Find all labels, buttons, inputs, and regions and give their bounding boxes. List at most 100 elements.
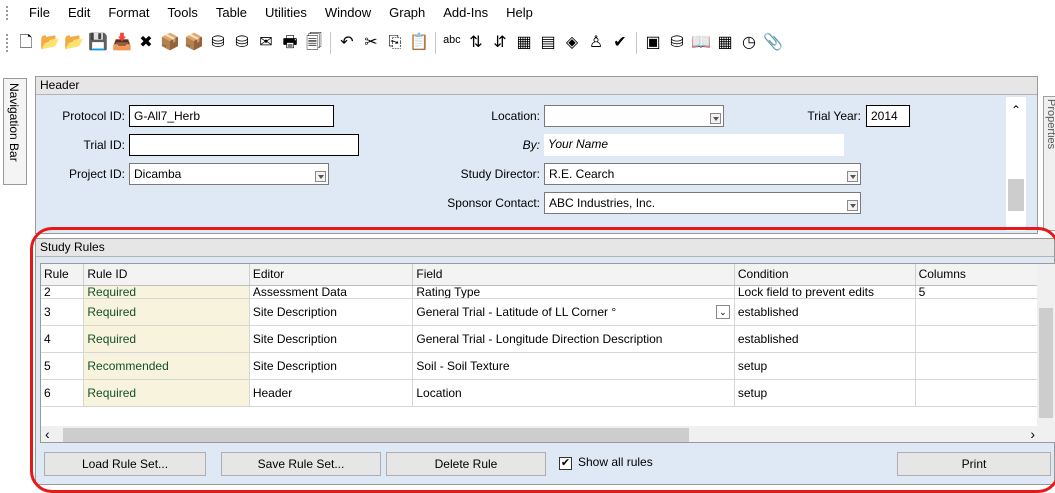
location-combo[interactable] (544, 105, 724, 127)
cell-condition[interactable]: established (734, 325, 916, 353)
cell-columns[interactable] (915, 325, 1055, 353)
chevron-down-icon[interactable] (315, 171, 326, 182)
delete-icon[interactable]: ✖ (136, 32, 156, 54)
chart-icon[interactable]: ▤ (538, 32, 558, 54)
person-icon[interactable]: ♙ (586, 32, 606, 54)
col-header-columns[interactable]: Columns (915, 264, 1055, 286)
cell-field[interactable]: General Trial - Longitude Direction Desc… (412, 325, 735, 353)
scroll-up-icon[interactable]: ⌃ (1011, 103, 1021, 117)
header-scrollbar[interactable]: ⌃ ⌄ (1006, 97, 1026, 233)
cell-editor[interactable]: Header (249, 379, 414, 407)
cell-field[interactable]: General Trial - Latitude of LL Corner ° ⌄ (412, 298, 735, 326)
export-icon[interactable]: 📦 (184, 32, 204, 54)
col-header-rule-id[interactable]: Rule ID (83, 264, 250, 286)
cell-editor[interactable]: Site Description (249, 352, 414, 380)
scroll-down-icon[interactable]: ⌄ (1011, 219, 1021, 233)
col-header-rule[interactable]: Rule (41, 264, 85, 286)
import-icon[interactable]: 📦 (160, 32, 180, 54)
cell-condition[interactable]: setup (734, 352, 916, 380)
menu-table[interactable]: Table (207, 0, 256, 26)
chevron-down-icon[interactable] (847, 200, 858, 211)
filter-icon[interactable]: ▦ (514, 32, 534, 54)
save-as-icon[interactable]: 📥 (112, 32, 132, 54)
col-header-field[interactable]: Field (412, 264, 735, 286)
menu-edit[interactable]: Edit (59, 0, 99, 26)
db-import-icon[interactable]: ⛁ (208, 32, 228, 54)
cell-columns[interactable] (915, 352, 1055, 380)
cell-columns[interactable]: 5 (915, 285, 1055, 299)
delete-rule-button[interactable]: Delete Rule (386, 452, 546, 476)
cell-rule[interactable]: 6 (41, 379, 85, 407)
print-icon[interactable]: 🖶 (280, 32, 300, 54)
col-header-condition[interactable]: Condition (734, 264, 916, 286)
table-row[interactable]: 6 Required Header Location setup (41, 379, 1055, 407)
cell-rule-id[interactable]: Required (83, 325, 250, 353)
cell-rule[interactable]: 3 (41, 298, 85, 326)
chevron-down-icon[interactable]: ⌄ (715, 304, 730, 319)
print-button[interactable]: Print (897, 452, 1051, 476)
database-icon[interactable]: ⛁ (667, 32, 687, 54)
cut-icon[interactable]: ✂ (361, 32, 381, 54)
show-all-rules-checkbox[interactable]: ✔ (559, 457, 572, 470)
scroll-right-icon[interactable]: › (1030, 426, 1035, 442)
copy-icon[interactable]: ⎘ (385, 32, 405, 54)
cell-condition[interactable]: setup (734, 379, 916, 407)
cell-rule[interactable]: 5 (41, 352, 85, 380)
calculator-icon[interactable]: ▦ (715, 32, 735, 54)
menu-file[interactable]: File (20, 0, 59, 26)
db-export-icon[interactable]: ⛁ (232, 32, 252, 54)
cell-field[interactable]: Location (412, 379, 735, 407)
cell-rule[interactable]: 2 (41, 285, 85, 299)
navigation-bar-tab[interactable]: Navigation Bar (3, 78, 27, 185)
sponsor-contact-combo[interactable]: ABC Industries, Inc. (544, 192, 861, 214)
layers-icon[interactable]: ◈ (562, 32, 582, 54)
trial-id-field[interactable] (129, 134, 359, 156)
menu-graph[interactable]: Graph (380, 0, 434, 26)
col-header-editor[interactable]: Editor (249, 264, 414, 286)
check-icon[interactable]: ✔ (610, 32, 630, 54)
cell-rule-id[interactable]: Required (83, 298, 250, 326)
protocol-id-field[interactable]: G-All7_Herb (129, 105, 334, 127)
paperclip-icon[interactable]: 📎 (763, 32, 783, 54)
spell-check-icon[interactable]: ᵃᵇᶜ (442, 32, 462, 54)
menu-window[interactable]: Window (316, 0, 380, 26)
project-id-combo[interactable]: Dicamba (129, 163, 329, 185)
cell-condition[interactable]: Lock field to prevent edits (734, 285, 916, 299)
table-row[interactable]: 5 Recommended Site Description Soil - Soil … (41, 352, 1055, 380)
chevron-down-icon[interactable] (847, 171, 858, 182)
menu-grip[interactable] (6, 6, 10, 20)
open-folder-2-icon[interactable]: 📂 (64, 32, 84, 54)
book-icon[interactable]: 📖 (691, 32, 711, 54)
cell-editor[interactable]: Site Description (249, 325, 414, 353)
grid-horizontal-scrollbar[interactable]: ‹ › (41, 426, 1039, 442)
report-icon[interactable]: ▣ (643, 32, 663, 54)
table-row[interactable]: 3 Required Site Description General Trial -… (41, 298, 1055, 326)
cell-rule-id[interactable]: Required (83, 285, 250, 299)
toolbar-grip[interactable] (6, 34, 10, 52)
cell-field[interactable]: Soil - Soil Texture (412, 352, 735, 380)
cell-editor[interactable]: Assessment Data (249, 285, 414, 299)
menu-tools[interactable]: Tools (159, 0, 207, 26)
scroll-thumb[interactable] (63, 428, 689, 442)
sort-ascending-icon[interactable]: ⇅ (466, 32, 486, 54)
menu-add-ins[interactable]: Add-Ins (434, 0, 497, 26)
scroll-thumb[interactable] (1008, 179, 1024, 211)
menu-format[interactable]: Format (99, 0, 158, 26)
load-rule-set-button[interactable]: Load Rule Set... (44, 452, 206, 476)
undo-icon[interactable]: ↶ (337, 32, 357, 54)
cell-field[interactable]: Rating Type (412, 285, 735, 299)
cell-rule[interactable]: 4 (41, 325, 85, 353)
save-rule-set-button[interactable]: Save Rule Set... (221, 452, 381, 476)
trial-year-field[interactable]: 2014 (866, 105, 910, 127)
paste-icon[interactable]: 📋 (409, 32, 429, 54)
cell-rule-id[interactable]: Recommended (83, 352, 250, 380)
grid-vertical-scrollbar[interactable] (1037, 264, 1055, 442)
save-icon[interactable]: 💾 (88, 32, 108, 54)
new-document-icon[interactable]: 🗋 (16, 32, 36, 54)
cell-condition[interactable]: established (734, 298, 916, 326)
study-director-combo[interactable]: R.E. Cearch (544, 163, 861, 185)
table-row[interactable]: 2 Required Assessment Data Rating Type Lock … (41, 285, 1055, 299)
cell-rule-id[interactable]: Required (83, 379, 250, 407)
print-preview-icon[interactable]: 🗐 (304, 32, 324, 54)
scroll-left-icon[interactable]: ‹ (45, 426, 50, 442)
